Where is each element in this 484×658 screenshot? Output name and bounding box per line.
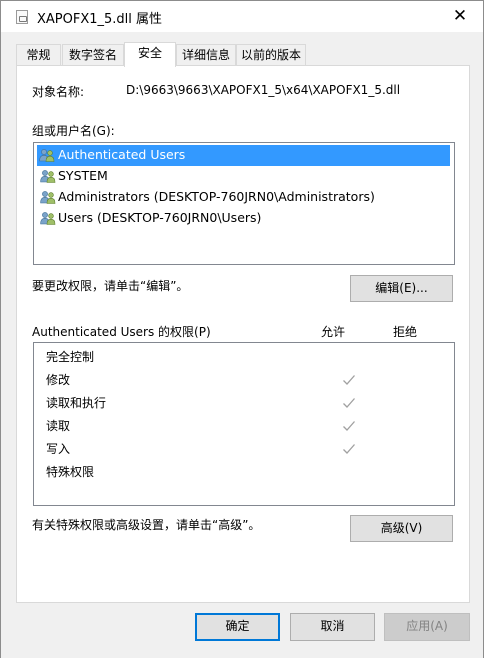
groups-label: 组或用户名(G): (32, 124, 115, 138)
window-title: XAPOFX1_5.dll 属性 (37, 12, 163, 27)
dll-file-icon (16, 10, 28, 24)
deny-header: 拒绝 (393, 325, 418, 339)
permission-row-full-control: 完全控制 (46, 347, 94, 367)
apply-button[interactable]: 应用(A) (384, 613, 470, 641)
permission-name: 写入 (46, 442, 71, 456)
permission-name: 特殊权限 (46, 465, 95, 479)
check-icon (343, 375, 355, 385)
permission-row-read: 读取 (46, 416, 366, 436)
permission-name: 修改 (46, 373, 71, 387)
user-name: Administrators (DESKTOP-760JRN0\Administ… (58, 189, 375, 204)
list-item-system[interactable]: SYSTEM (38, 166, 108, 187)
check-icon (343, 421, 355, 431)
dialog-footer: 确定 取消 应用(A) (1, 604, 483, 658)
allow-header: 允许 (321, 325, 346, 339)
tab-security[interactable]: 安全 (124, 42, 176, 67)
check-icon (343, 444, 355, 454)
tab-general[interactable]: 常规 (16, 44, 61, 66)
permission-name: 读取和执行 (46, 396, 107, 410)
user-name: Users (DESKTOP-760JRN0\Users) (58, 210, 262, 225)
title-bar: XAPOFX1_5.dll 属性 ✕ (1, 1, 483, 32)
tab-details[interactable]: 详细信息 (176, 44, 236, 66)
properties-dialog: XAPOFX1_5.dll 属性 ✕ 常规 数字签名 安全 详细信息 以前的版本… (0, 0, 484, 658)
edit-button[interactable]: 编辑(E)... (350, 275, 453, 302)
close-icon: ✕ (452, 6, 468, 26)
users-group-icon (40, 212, 56, 225)
tab-digital-signatures[interactable]: 数字签名 (62, 44, 124, 66)
security-panel: 对象名称: D:\9663\9663\XAPOFX1_5\x64\XAPOFX1… (16, 65, 470, 603)
permissions-label: Authenticated Users 的权限(P) (32, 325, 211, 339)
advanced-hint: 有关特殊权限或高级设置，请单击“高级”。 (32, 518, 261, 532)
object-name-label: 对象名称: (32, 85, 85, 99)
edit-hint: 要更改权限，请单击“编辑”。 (32, 279, 189, 293)
permission-row-read-execute: 读取和执行 (46, 393, 366, 413)
users-group-icon (40, 170, 56, 183)
close-button[interactable]: ✕ (437, 1, 483, 32)
permissions-list[interactable]: 完全控制 修改 读取和执行 读取 写入 特殊权限 (33, 342, 455, 506)
tab-previous-versions[interactable]: 以前的版本 (236, 44, 306, 66)
cancel-button[interactable]: 取消 (290, 613, 375, 641)
advanced-button[interactable]: 高级(V) (350, 515, 453, 542)
users-group-icon (39, 149, 55, 162)
user-name: Authenticated Users (58, 147, 186, 162)
list-item-administrators[interactable]: Administrators (DESKTOP-760JRN0\Administ… (38, 187, 375, 208)
permission-name: 读取 (46, 419, 71, 433)
ok-button[interactable]: 确定 (195, 613, 280, 641)
users-listbox[interactable]: Authenticated Users SYSTEM Administrator… (33, 142, 455, 265)
list-item-users[interactable]: Users (DESKTOP-760JRN0\Users) (38, 208, 261, 229)
permission-row-special: 特殊权限 (46, 462, 94, 482)
check-icon (343, 398, 355, 408)
permission-row-write: 写入 (46, 439, 366, 459)
permission-name: 完全控制 (46, 350, 95, 364)
object-name-value: D:\9663\9663\XAPOFX1_5\x64\XAPOFX1_5.dll (126, 83, 401, 97)
users-group-icon (40, 191, 56, 204)
user-name: SYSTEM (58, 168, 108, 183)
list-item-authenticated-users[interactable]: Authenticated Users (37, 145, 450, 166)
permission-row-modify: 修改 (46, 370, 366, 390)
